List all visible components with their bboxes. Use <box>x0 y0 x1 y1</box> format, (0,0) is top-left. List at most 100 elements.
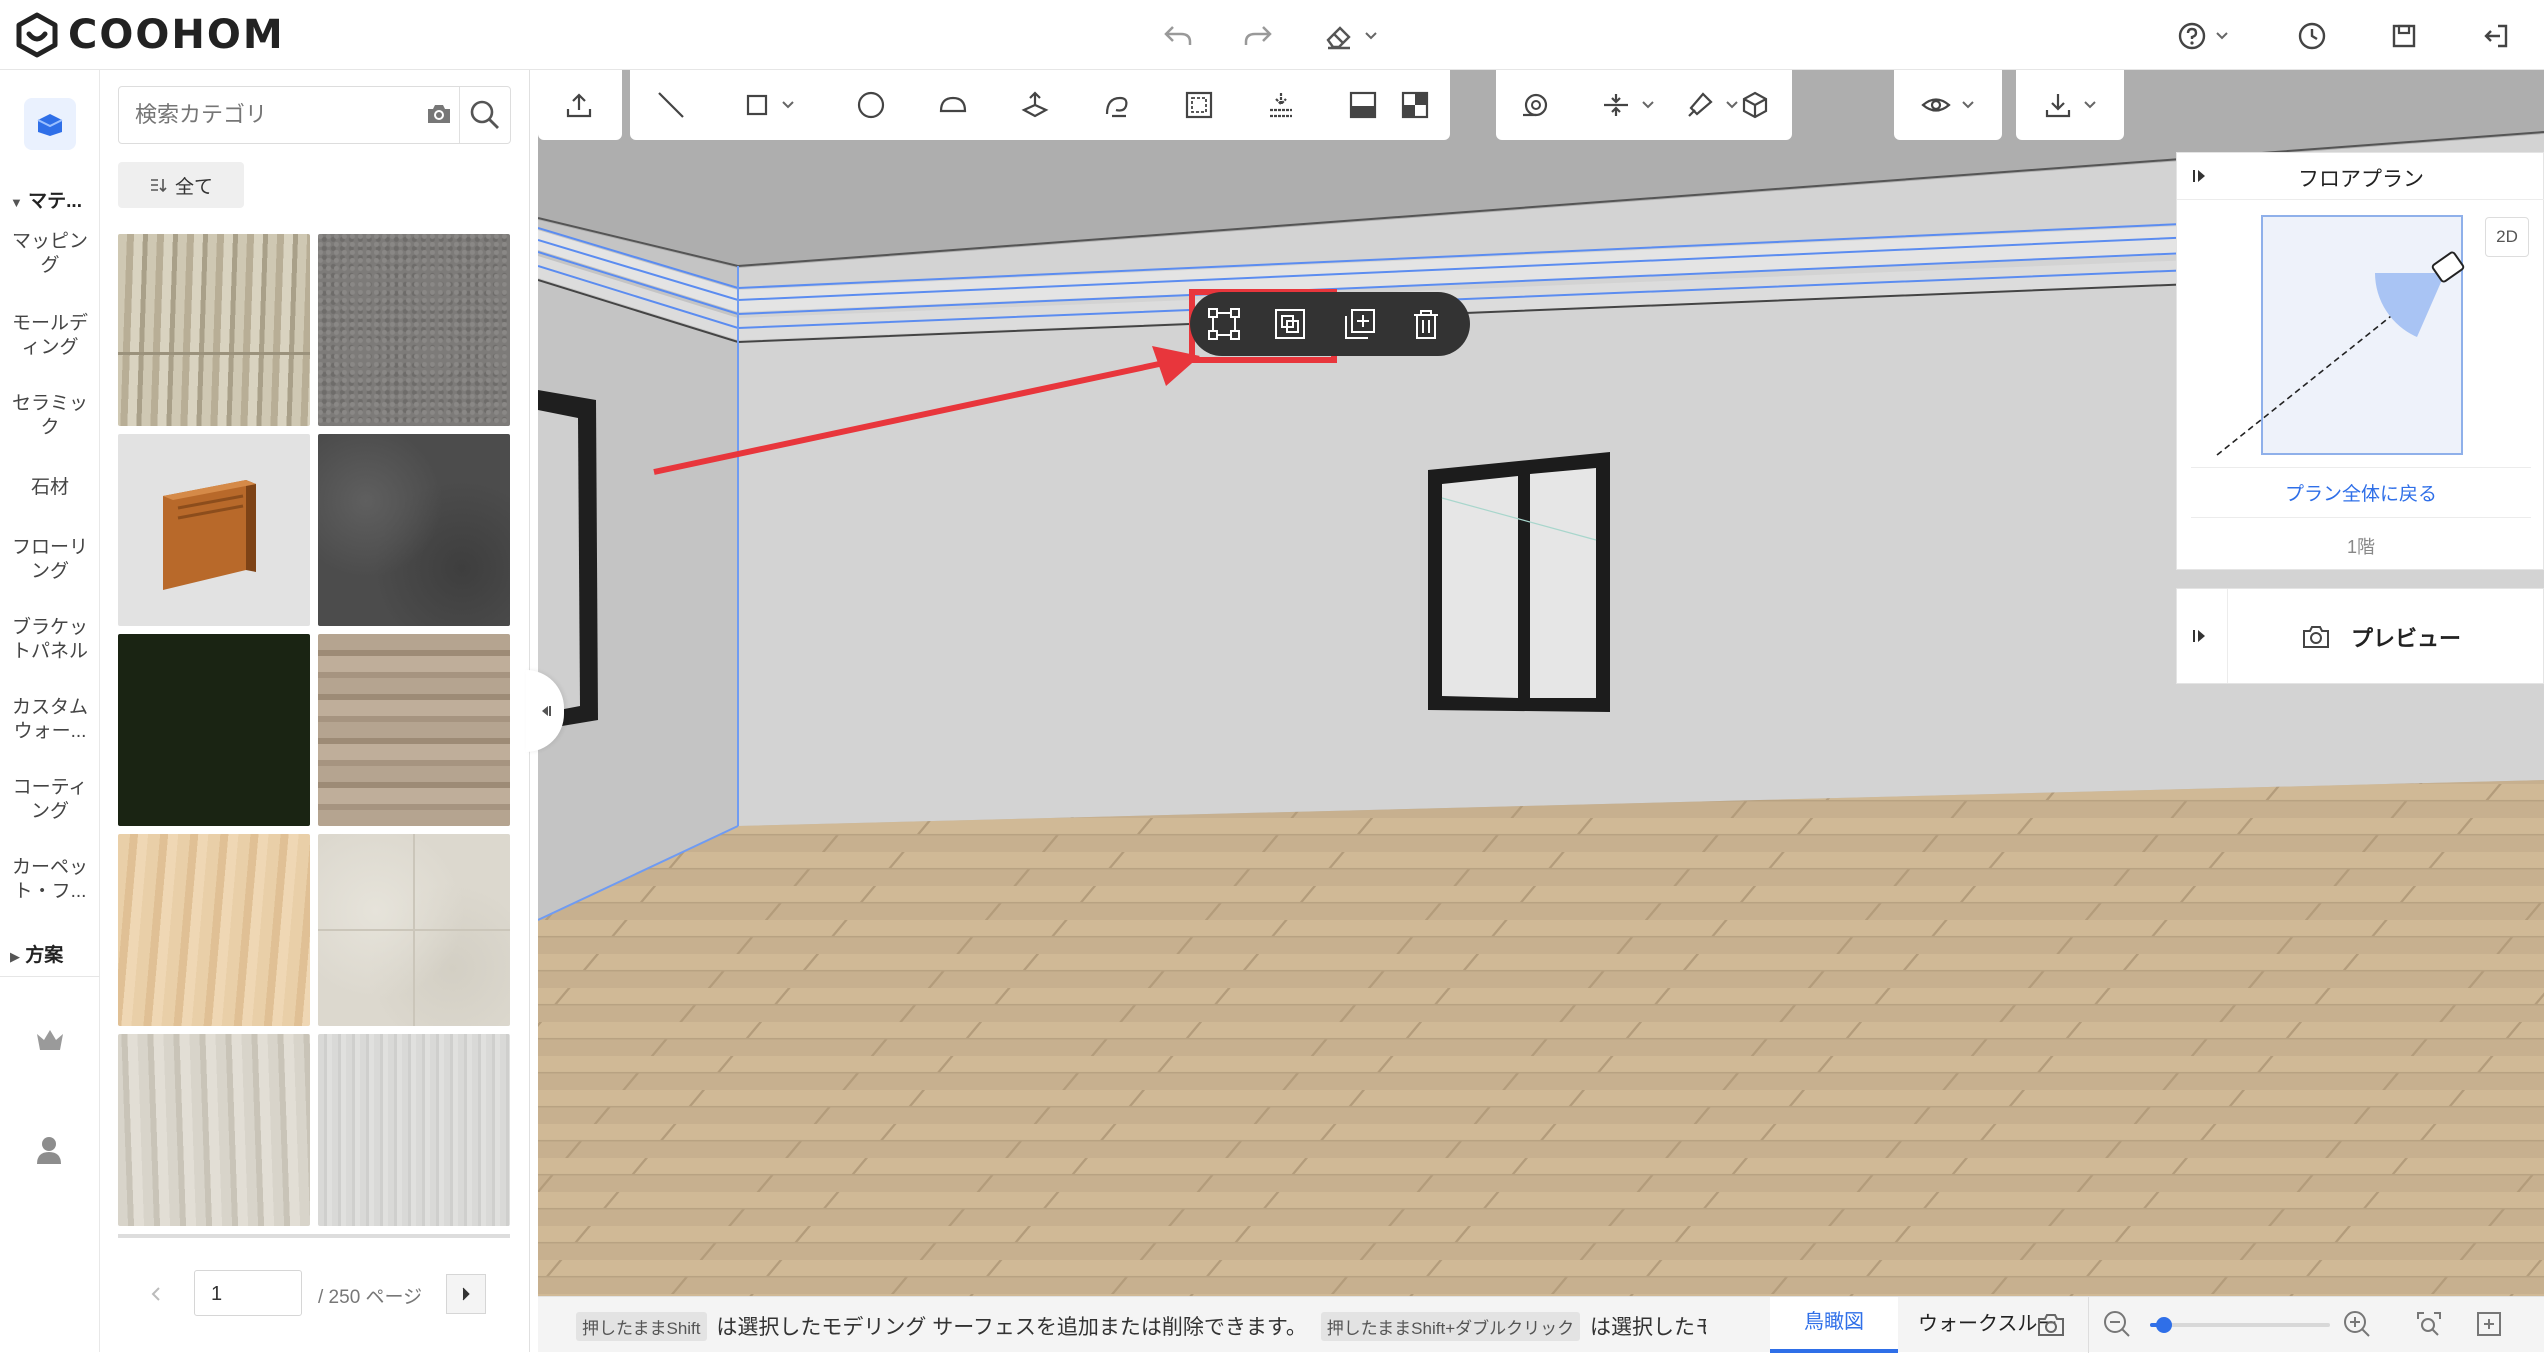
material-thumb-dark-green[interactable] <box>118 634 310 826</box>
status-hint-text: は選択したモデリング サーフェスを追加または削除できます。 <box>716 1316 1307 1339</box>
rail-item-coating[interactable]: コーティング <box>0 776 100 824</box>
quadrant-button[interactable] <box>1394 84 1436 126</box>
molding-preview <box>163 480 256 590</box>
cube-box-icon <box>37 114 63 136</box>
rail-item-label: モールディング <box>11 313 88 358</box>
rail-item-custom-wall[interactable]: カスタムウォー... <box>0 696 100 744</box>
image-search-button[interactable] <box>425 101 453 127</box>
rail-item-stone[interactable]: 石材 <box>0 476 100 500</box>
panel-split-button[interactable] <box>1342 84 1384 126</box>
search-input[interactable] <box>135 87 415 143</box>
history-button[interactable] <box>2290 14 2334 58</box>
zoom-in-button[interactable] <box>2342 1309 2372 1339</box>
paint-brush-icon <box>1688 92 1713 117</box>
material-thumb-concrete-dark[interactable] <box>318 434 510 626</box>
download-icon <box>2045 94 2071 118</box>
2d-toggle-button[interactable]: 2D <box>2485 217 2529 257</box>
premium-button[interactable] <box>34 1026 66 1054</box>
follow-path-button[interactable] <box>1096 84 1138 126</box>
material-thumb-marble-beige[interactable] <box>318 834 510 1026</box>
chevron-down-icon <box>1642 101 1654 109</box>
hatch-button[interactable] <box>1260 84 1302 126</box>
rail-item-label: カスタムウォー... <box>11 697 88 742</box>
delete-button[interactable] <box>1408 306 1444 342</box>
exit-button[interactable] <box>2474 14 2518 58</box>
status-hint-text: は選択したモ <box>1589 1316 1706 1339</box>
quadrant-icon <box>1401 91 1429 119</box>
account-button[interactable] <box>34 1134 64 1166</box>
floor-level-label[interactable]: 1階 <box>2177 533 2544 559</box>
material-thumb-ash-wood[interactable] <box>118 1034 310 1226</box>
rail-section-plans[interactable]: ▶ 方案 <box>10 940 63 967</box>
preview-collapse-button[interactable] <box>2191 627 2209 645</box>
download-button[interactable] <box>2032 84 2108 126</box>
help-button[interactable] <box>2168 14 2238 58</box>
material-thumb-oak-floor[interactable] <box>318 634 510 826</box>
search-button[interactable] <box>469 99 501 131</box>
rail-item-ceramic[interactable]: セラミック <box>0 392 100 440</box>
selection-toolbar <box>1190 292 1470 356</box>
material-thumb-light-gray[interactable] <box>318 1034 510 1226</box>
arc-tool-button[interactable] <box>932 84 974 126</box>
search-box <box>118 86 511 144</box>
preview-button[interactable]: プレビュー <box>2301 621 2461 653</box>
rail-item-bracket-panel[interactable]: ブラケットパネル <box>0 616 100 664</box>
zoom-slider[interactable] <box>2150 1317 2330 1333</box>
chevron-down-icon <box>2084 101 2096 109</box>
shortcut-key: 押したままShift <box>576 1312 707 1341</box>
screenshot-button[interactable] <box>2036 1311 2068 1339</box>
floorplan-divider-3 <box>2191 517 2531 518</box>
page-input[interactable]: 1 <box>194 1270 302 1316</box>
rail-item-flooring[interactable]: フローリング <box>0 536 100 584</box>
rail-item-label: マッピング <box>11 231 88 276</box>
transform-button[interactable] <box>1206 306 1242 342</box>
rail-item-molding[interactable]: モールディング <box>0 312 100 360</box>
zoom-slider-handle[interactable] <box>2156 1317 2173 1333</box>
align-icon <box>1604 94 1628 116</box>
group-button[interactable] <box>1272 306 1308 342</box>
model-button[interactable] <box>1734 84 1776 126</box>
rail-item-carpet[interactable]: カーペット・フ... <box>0 856 100 904</box>
back-to-plan-link[interactable]: プラン全体に戻る <box>2177 479 2544 506</box>
floorplan-title: フロアプラン <box>2298 168 2424 191</box>
toolbar-group-modify <box>994 70 1450 140</box>
logo[interactable]: COOHOM <box>14 12 285 58</box>
rail-section-label: 方案 <box>25 945 64 966</box>
zoom-out-button[interactable] <box>2102 1309 2132 1339</box>
select-area-button[interactable] <box>1178 84 1220 126</box>
save-button[interactable] <box>2382 14 2426 58</box>
circle-tool-button[interactable] <box>850 84 892 126</box>
eraser-button[interactable] <box>1316 14 1386 58</box>
material-panel: 全て 1 / 250 ページ <box>100 70 564 1352</box>
redo-button[interactable] <box>1236 14 1280 58</box>
prev-page-button[interactable] <box>138 1274 174 1314</box>
material-thumb-molding[interactable] <box>118 434 310 626</box>
line-tool-button[interactable] <box>650 84 692 126</box>
tab-birdseye[interactable]: 鳥瞰図 <box>1770 1297 1898 1353</box>
upload-button[interactable] <box>558 84 600 126</box>
extrude-button[interactable] <box>1014 84 1056 126</box>
zoom-fit-button[interactable] <box>2414 1309 2444 1339</box>
materials-tab[interactable] <box>24 98 76 150</box>
hatch-icon <box>1270 93 1292 118</box>
next-page-button[interactable] <box>446 1274 486 1314</box>
history-icon <box>2298 22 2326 50</box>
duplicate-icon <box>1345 309 1375 339</box>
measure-button[interactable] <box>1514 84 1556 126</box>
fullscreen-button[interactable] <box>2474 1309 2504 1339</box>
rectangle-tool-button[interactable] <box>736 84 804 126</box>
undo-icon <box>1164 26 1192 45</box>
material-thumb-carpet-gray[interactable] <box>318 234 510 426</box>
align-button[interactable] <box>1590 84 1666 126</box>
undo-button[interactable] <box>1156 14 1200 58</box>
material-thumb-wood-panel[interactable] <box>118 234 310 426</box>
rail-section-materials[interactable]: ▼ マテ... <box>10 186 82 213</box>
save-icon <box>2392 24 2416 48</box>
visibility-button[interactable] <box>1910 84 1986 126</box>
shortcut-key: 押したままShift+ダブルクリック <box>1320 1312 1581 1341</box>
material-thumb-light-wood[interactable] <box>118 834 310 1026</box>
rail-item-mapping[interactable]: マッピング <box>0 230 100 278</box>
duplicate-button[interactable] <box>1342 306 1378 342</box>
filter-all-button[interactable]: 全て <box>118 162 244 208</box>
redo-icon <box>1244 26 1272 45</box>
